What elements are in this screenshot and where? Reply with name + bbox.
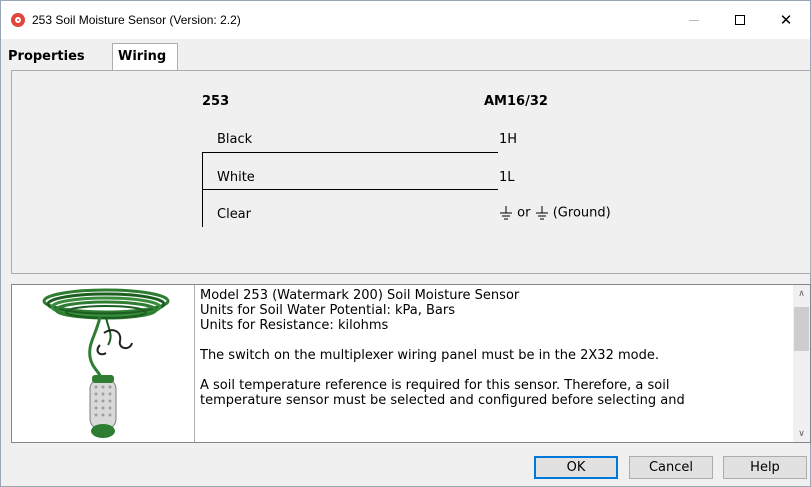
terminal-white: 1L [499,170,515,185]
terminal-black: 1H [499,132,518,147]
wire-line-white [202,189,498,190]
wire-label-white: White [217,170,255,185]
desc-line: Units for Soil Water Potential: kPa, Bar… [200,303,455,318]
wiring-panel: 253 AM16/32 Black 1H White 1L Clear or (… [11,70,811,274]
chevron-down-icon: ∨ [798,428,805,439]
scroll-down-button[interactable]: ∨ [793,425,810,442]
tab-strip: Properties Wiring [1,43,810,70]
ground-text: (Ground) [552,205,611,221]
app-icon [11,13,25,27]
desc-line: temperature sensor must be selected and … [200,393,685,408]
chevron-up-icon: ∧ [798,288,805,299]
cancel-button[interactable]: Cancel [629,456,713,479]
ground-icon [500,206,512,220]
desc-spacer [200,333,796,348]
maximize-button[interactable] [717,1,763,39]
minimize-button[interactable] [671,1,717,39]
info-divider [194,285,195,442]
desc-line: Model 253 (Watermark 200) Soil Moisture … [200,288,520,303]
sensor-description: Model 253 (Watermark 200) Soil Moisture … [200,288,796,442]
desc-spacer [200,363,796,378]
ok-button[interactable]: OK [534,456,618,479]
wire-line-black [202,152,498,153]
wire-line-vertical-2 [202,189,203,227]
soil-moisture-sensor-image [42,288,170,438]
close-icon: ✕ [779,10,793,29]
tab-properties[interactable]: Properties [3,45,90,70]
help-button[interactable]: Help [723,456,807,479]
sensor-header: 253 [202,94,230,109]
close-button[interactable]: ✕ [763,1,809,39]
description-scrollbar[interactable]: ∧ ∨ [793,285,810,442]
desc-line: The switch on the multiplexer wiring pan… [200,348,659,363]
wire-label-black: Black [217,132,253,147]
ground-icon [535,206,548,220]
minimize-icon [689,19,699,21]
multiplexer-header: AM16/32 [484,94,548,109]
desc-line: A soil temperature reference is required… [200,378,670,393]
window-title: 253 Soil Moisture Sensor (Version: 2.2) [32,13,241,27]
terminal-ground: or (Ground) [499,205,611,221]
title-bar[interactable]: 253 Soil Moisture Sensor (Version: 2.2) … [1,1,810,39]
maximize-icon [735,15,745,25]
scroll-up-button[interactable]: ∧ [793,285,810,302]
wire-label-clear: Clear [217,207,251,222]
dialog-window: 253 Soil Moisture Sensor (Version: 2.2) … [0,0,811,487]
ground-or-text: or [517,205,531,221]
desc-line: Units for Resistance: kilohms [200,318,389,333]
tab-wiring[interactable]: Wiring [112,43,178,70]
scroll-thumb[interactable] [794,307,809,351]
info-panel: Model 253 (Watermark 200) Soil Moisture … [11,284,811,443]
wire-line-vertical [202,152,203,190]
